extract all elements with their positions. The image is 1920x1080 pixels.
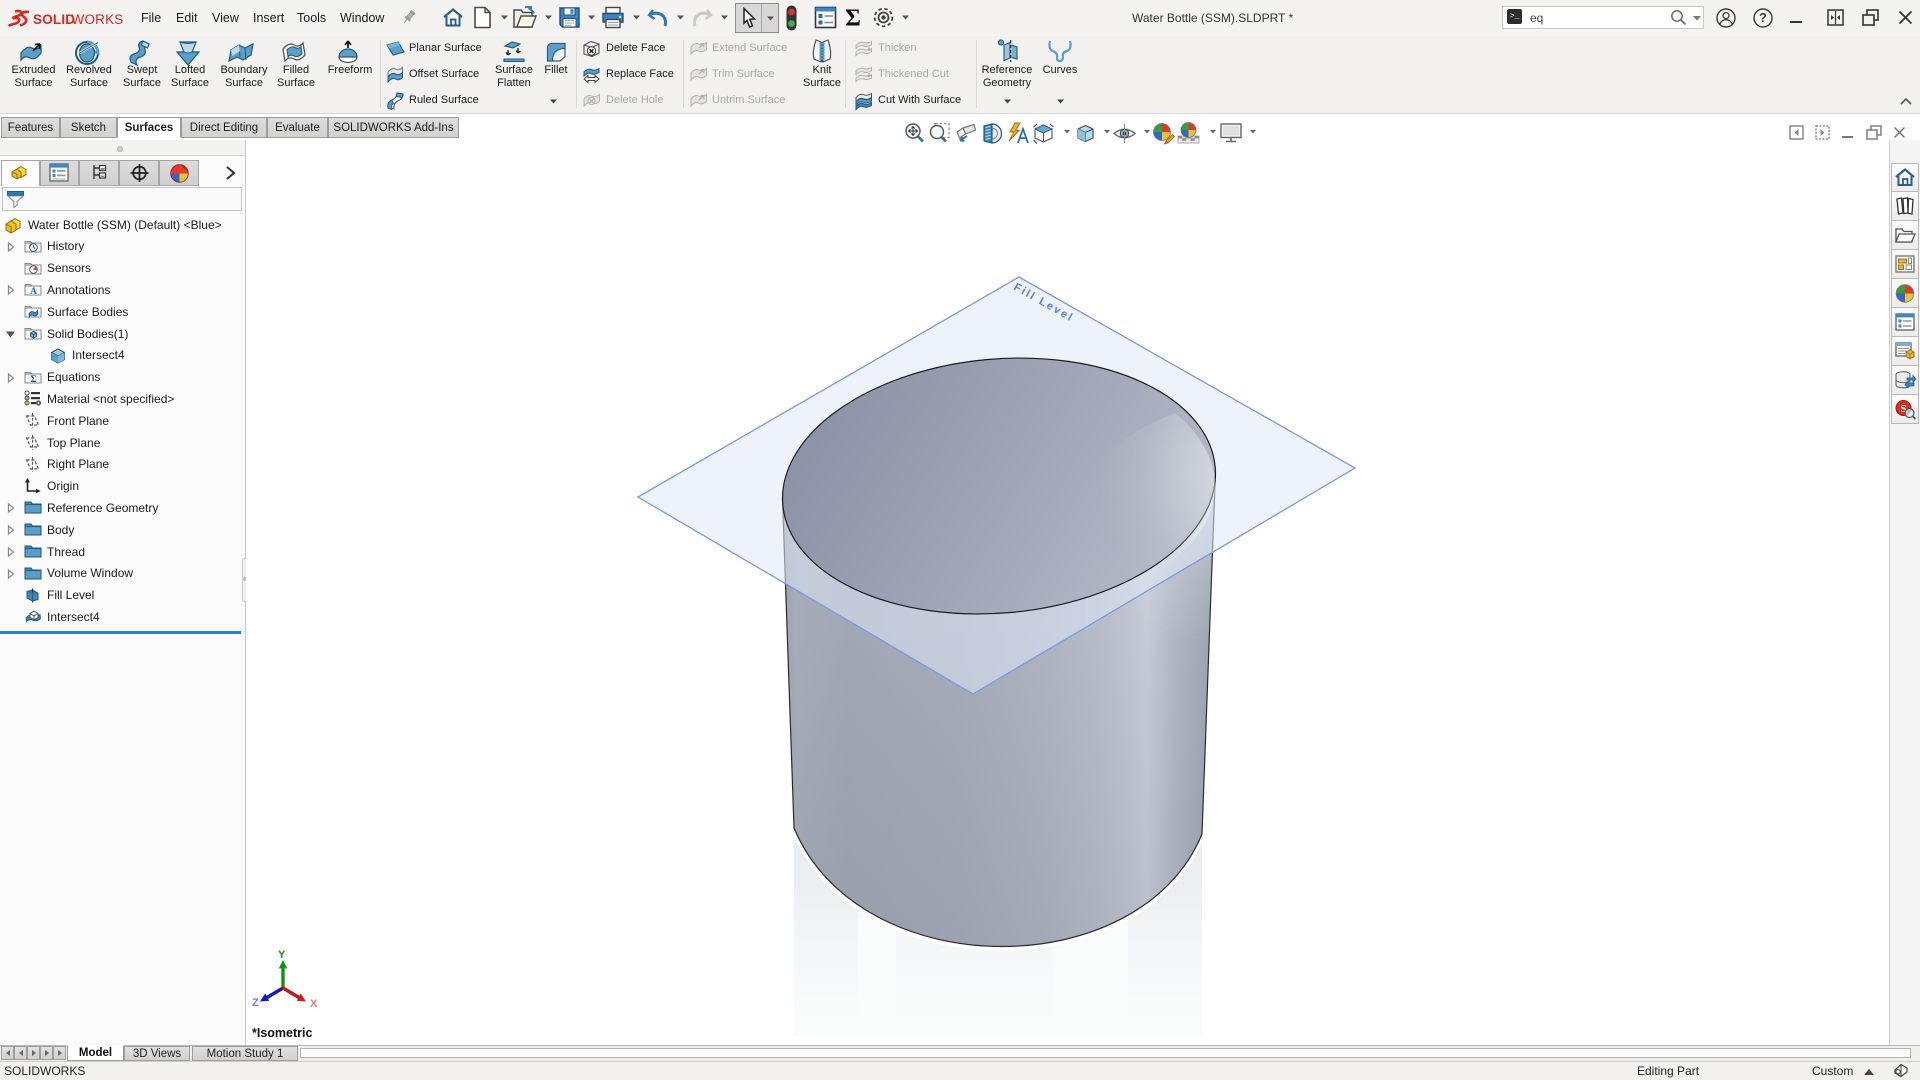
svg-text:Z: Z [252,997,259,1009]
svg-text:X: X [310,998,318,1010]
svg-text:Σ: Σ [845,6,861,32]
svg-text:Y: Y [278,949,286,961]
svg-text:A: A [30,287,37,297]
svg-text:WORKS: WORKS [72,12,124,27]
svg-text:?: ? [1759,11,1767,25]
svg-text:SOLID: SOLID [33,12,75,27]
svg-text:Σ: Σ [30,375,36,385]
